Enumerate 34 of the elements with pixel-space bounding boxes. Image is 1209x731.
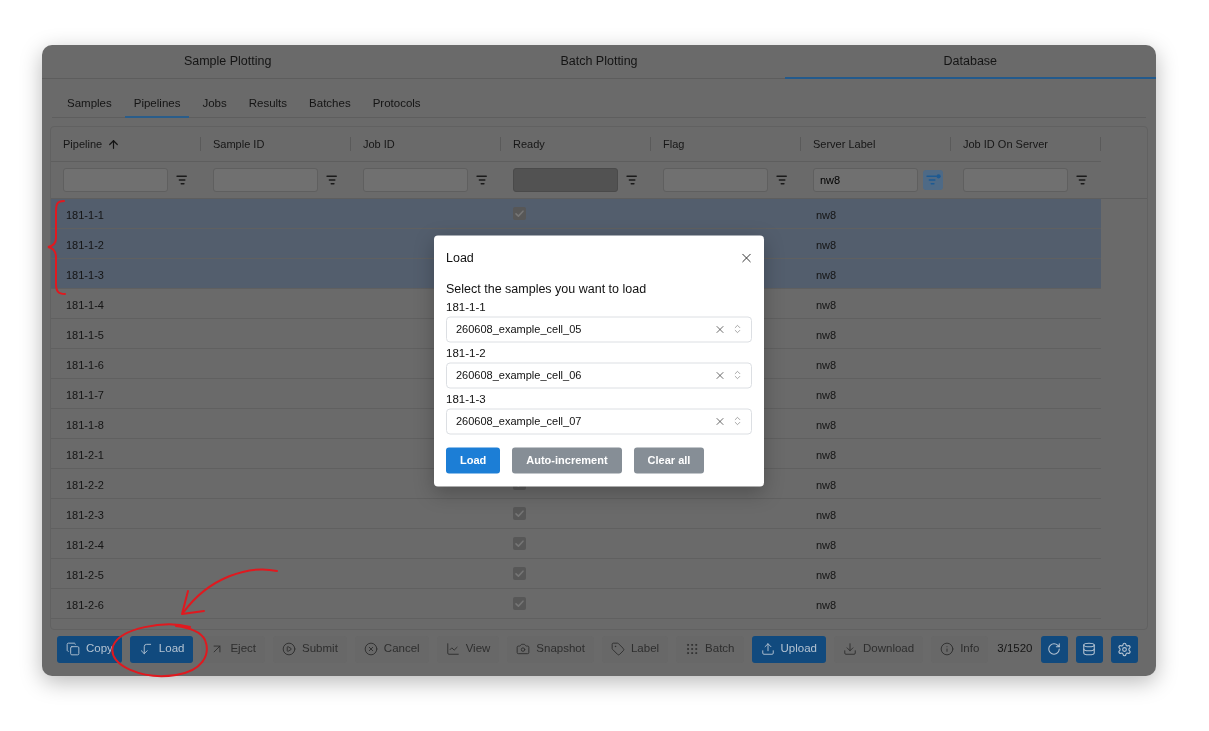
- table-cell: nw8: [816, 388, 837, 401]
- table-cell: nw8: [816, 598, 837, 611]
- table-cell: nw8: [816, 298, 837, 311]
- table-cell: nw8: [816, 328, 837, 341]
- table-cell: nw8: [816, 358, 837, 371]
- table-cell: 181-2-3: [66, 508, 104, 521]
- dialog-prompt: Select the samples you want to load: [446, 280, 648, 296]
- table-cell: 181-2-6: [66, 598, 104, 611]
- field-label: 181-1-1: [446, 299, 486, 313]
- table-cell: 181-2-1: [66, 448, 104, 461]
- field-label: 181-1-3: [446, 391, 486, 405]
- table-cell: 181-1-4: [66, 298, 104, 311]
- table-cell: nw8: [816, 268, 837, 281]
- table-cell: 181-2-2: [66, 478, 104, 491]
- table-cell: nw8: [816, 418, 837, 431]
- table-cell: 181-1-6: [66, 358, 104, 371]
- table-cell: nw8: [816, 568, 837, 581]
- table-cell: 181-1-3: [66, 268, 104, 281]
- table-cell: nw8: [816, 448, 837, 461]
- table-cell: 181-1-8: [66, 418, 104, 431]
- table-cell: 181-2-5: [66, 568, 104, 581]
- record-count: 3/1520: [997, 641, 1033, 657]
- table-cell: nw8: [816, 478, 837, 491]
- table-cell: nw8: [816, 538, 837, 551]
- table-cell: 181-2-4: [66, 538, 104, 551]
- field-label: 181-1-2: [446, 345, 486, 359]
- table-cell: 181-1-2: [66, 238, 104, 251]
- table-cell: nw8: [816, 508, 837, 521]
- dialog-title: Load: [446, 249, 474, 267]
- table-cell: 181-1-5: [66, 328, 104, 341]
- table-cell: 181-1-1: [66, 208, 104, 221]
- table-cell: nw8: [816, 208, 837, 221]
- table-cell: nw8: [816, 238, 837, 251]
- table-cell: 181-1-7: [66, 388, 104, 401]
